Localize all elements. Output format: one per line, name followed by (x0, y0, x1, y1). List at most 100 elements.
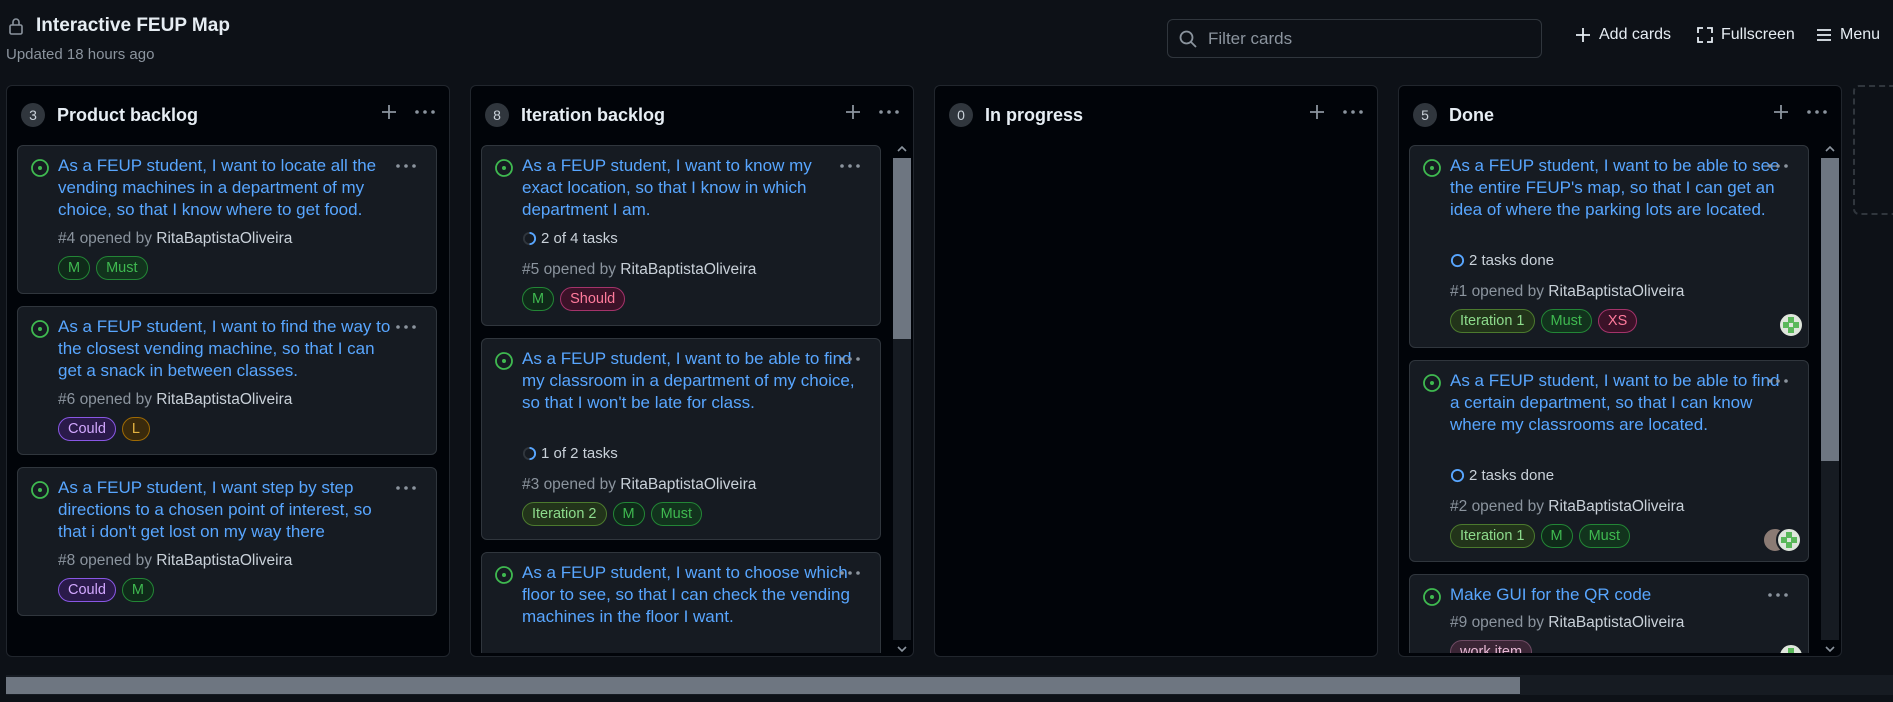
card-title-link[interactable]: Make GUI for the QR code (1450, 584, 1785, 606)
card-title-link[interactable]: As a FEUP student, I want to find the wa… (58, 316, 393, 382)
opened-by-text: opened by (543, 476, 616, 493)
label-must[interactable]: Must (650, 502, 703, 526)
label-m[interactable]: M (522, 287, 555, 311)
card-more-icon[interactable] (838, 156, 862, 176)
card-title-link[interactable]: As a FEUP student, I want to be able to … (1450, 155, 1785, 221)
scroll-up-arrow-icon[interactable] (1823, 142, 1837, 156)
assignee-avatar[interactable] (1778, 643, 1804, 653)
issue-number: #4 (58, 230, 76, 247)
column-title: In progress (985, 105, 1084, 125)
label-iteration-1[interactable]: Iteration 1 (1450, 524, 1535, 548)
column-scrollbar[interactable] (1815, 140, 1839, 660)
label-m[interactable]: M (121, 578, 154, 602)
scroll-down-arrow-icon[interactable] (895, 642, 909, 656)
label-could[interactable]: Could (58, 578, 116, 602)
label-should[interactable]: Should (560, 287, 626, 311)
scrollbar-thumb[interactable] (893, 158, 911, 339)
column-count: 3 (21, 103, 45, 127)
label-l[interactable]: L (121, 417, 150, 441)
fullscreen-button[interactable]: Fullscreen (1696, 26, 1795, 44)
open-issue-icon (495, 352, 513, 370)
issue-card[interactable]: Make GUI for the QR code #9 opened by Ri… (1409, 574, 1809, 653)
scrollbar-thumb[interactable] (1821, 158, 1839, 461)
issue-card[interactable]: As a FEUP student, I want to locate all … (17, 145, 437, 294)
open-issue-icon (31, 159, 49, 177)
board-horizontal-scrollbar[interactable] (6, 675, 1893, 695)
add-card-plus-icon[interactable] (842, 101, 864, 123)
card-title-link[interactable]: As a FEUP student, I want to be able to … (1450, 370, 1785, 436)
filter-cards-search[interactable] (1167, 19, 1542, 58)
column-count: 0 (949, 103, 973, 127)
label-iteration-2[interactable]: Iteration 2 (522, 502, 607, 526)
menu-button[interactable]: Menu (1815, 26, 1880, 44)
scroll-up-arrow-icon[interactable] (895, 142, 909, 156)
label-m[interactable]: M (58, 256, 91, 280)
author-link[interactable]: RitaBaptistaOliveira (620, 261, 756, 278)
issue-card[interactable]: As a FEUP student, I want to be able to … (1409, 145, 1809, 348)
filter-cards-input[interactable] (1208, 28, 1528, 50)
column-in-progress: 0 In progress (934, 85, 1378, 657)
label-must[interactable]: Must (1578, 524, 1631, 548)
project-header: Interactive FEUP Map Updated 18 hours ag… (0, 0, 1893, 82)
assignee-avatar[interactable] (1776, 527, 1802, 553)
issue-card[interactable]: As a FEUP student, I want step by step d… (17, 467, 437, 616)
card-title-link[interactable]: As a FEUP student, I want to be able to … (522, 348, 857, 414)
label-xs[interactable]: XS (1597, 309, 1638, 333)
opened-by-text: opened by (1471, 498, 1544, 515)
add-card-plus-icon[interactable] (378, 101, 400, 123)
card-more-icon[interactable] (1766, 371, 1790, 391)
card-meta: #6 opened by RitaBaptistaOliveira (58, 391, 292, 409)
scroll-down-arrow-icon[interactable] (1823, 642, 1837, 656)
card-more-icon[interactable] (1766, 585, 1790, 605)
add-column-placeholder[interactable] (1853, 85, 1893, 215)
author-link[interactable]: RitaBaptistaOliveira (156, 230, 292, 247)
author-link[interactable]: RitaBaptistaOliveira (1548, 614, 1684, 631)
card-more-icon[interactable] (838, 563, 862, 583)
card-more-icon[interactable] (838, 349, 862, 369)
horizontal-scrollbar-thumb[interactable] (6, 677, 1520, 694)
assignee-avatar[interactable] (1778, 312, 1804, 338)
issue-number: #5 (522, 261, 540, 278)
issue-card[interactable]: As a FEUP student, I want to choose whic… (481, 552, 881, 653)
issue-card[interactable]: As a FEUP student, I want to be able to … (1409, 360, 1809, 562)
label-group: Iteration 1 Must XS (1450, 309, 1638, 333)
column-more-icon[interactable] (877, 101, 901, 123)
issue-card[interactable]: As a FEUP student, I want to know my exa… (481, 145, 881, 326)
card-meta: #5 opened by RitaBaptistaOliveira (522, 261, 756, 279)
label-group: M Must (58, 256, 148, 280)
add-cards-button[interactable]: Add cards (1574, 26, 1671, 44)
menu-label: Menu (1840, 26, 1881, 43)
author-link[interactable]: RitaBaptistaOliveira (1548, 498, 1684, 515)
card-more-icon[interactable] (1766, 156, 1790, 176)
column-more-icon[interactable] (413, 101, 437, 123)
opened-by-text: opened by (79, 230, 152, 247)
label-m[interactable]: M (612, 502, 645, 526)
card-more-icon[interactable] (394, 156, 418, 176)
card-title-link[interactable]: As a FEUP student, I want to choose whic… (522, 562, 857, 628)
add-card-plus-icon[interactable] (1770, 101, 1792, 123)
column-more-icon[interactable] (1341, 101, 1365, 123)
task-progress: 1 of 2 tasks (522, 445, 618, 462)
author-link[interactable]: RitaBaptistaOliveira (156, 552, 292, 569)
label-group: Iteration 1 M Must (1450, 524, 1631, 548)
author-link[interactable]: RitaBaptistaOliveira (620, 476, 756, 493)
issue-card[interactable]: As a FEUP student, I want to find the wa… (17, 306, 437, 455)
column-more-icon[interactable] (1805, 101, 1829, 123)
card-title-link[interactable]: As a FEUP student, I want to locate all … (58, 155, 393, 221)
card-title-link[interactable]: As a FEUP student, I want step by step d… (58, 477, 393, 543)
label-m[interactable]: M (1540, 524, 1573, 548)
card-title-link[interactable]: As a FEUP student, I want to know my exa… (522, 155, 857, 221)
label-could[interactable]: Could (58, 417, 116, 441)
label-iteration-1[interactable]: Iteration 1 (1450, 309, 1535, 333)
label-must[interactable]: Must (1540, 309, 1592, 333)
label-work-item[interactable]: work item (1450, 640, 1533, 653)
column-scrollbar[interactable] (887, 140, 911, 660)
label-must[interactable]: Must (96, 256, 148, 280)
card-more-icon[interactable] (394, 317, 418, 337)
author-link[interactable]: RitaBaptistaOliveira (156, 391, 292, 408)
column-title: Done (1449, 105, 1494, 125)
add-card-plus-icon[interactable] (1306, 101, 1328, 123)
author-link[interactable]: RitaBaptistaOliveira (1548, 283, 1684, 300)
issue-card[interactable]: As a FEUP student, I want to be able to … (481, 338, 881, 540)
card-more-icon[interactable] (394, 478, 418, 498)
